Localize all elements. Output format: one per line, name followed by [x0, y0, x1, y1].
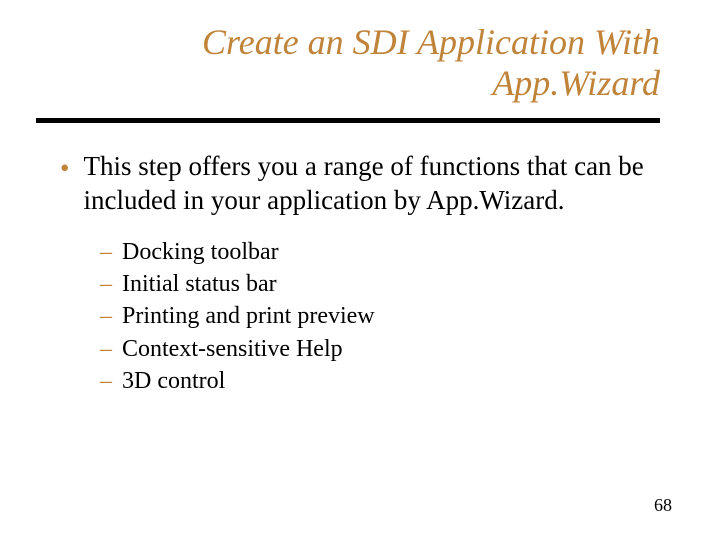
- dash-icon: –: [100, 268, 112, 300]
- sub-bullet-item: – Docking toolbar: [100, 236, 650, 268]
- sub-bullet-text: Docking toolbar: [122, 236, 279, 268]
- sub-bullet-item: – 3D control: [100, 365, 650, 397]
- title-underline: [36, 118, 660, 123]
- bullet-icon: •: [60, 152, 69, 186]
- bullet-item: • This step offers you a range of functi…: [60, 150, 650, 218]
- sub-bullet-text: Printing and print preview: [122, 300, 375, 332]
- sub-bullet-text: Initial status bar: [122, 268, 277, 300]
- slide-body: • This step offers you a range of functi…: [60, 150, 650, 397]
- bullet-text: This step offers you a range of function…: [83, 150, 650, 218]
- sub-bullet-item: – Initial status bar: [100, 268, 650, 300]
- sub-bullet-list: – Docking toolbar – Initial status bar –…: [100, 236, 650, 398]
- slide-title: Create an SDI Application With App.Wizar…: [60, 22, 660, 105]
- dash-icon: –: [100, 300, 112, 332]
- title-line-2: App.Wizard: [492, 63, 660, 103]
- sub-bullet-text: 3D control: [122, 365, 225, 397]
- slide: Create an SDI Application With App.Wizar…: [0, 0, 720, 540]
- title-line-1: Create an SDI Application With: [202, 22, 660, 62]
- page-number: 68: [654, 495, 672, 516]
- dash-icon: –: [100, 333, 112, 365]
- sub-bullet-item: – Context-sensitive Help: [100, 333, 650, 365]
- dash-icon: –: [100, 236, 112, 268]
- sub-bullet-item: – Printing and print preview: [100, 300, 650, 332]
- sub-bullet-text: Context-sensitive Help: [122, 333, 343, 365]
- dash-icon: –: [100, 365, 112, 397]
